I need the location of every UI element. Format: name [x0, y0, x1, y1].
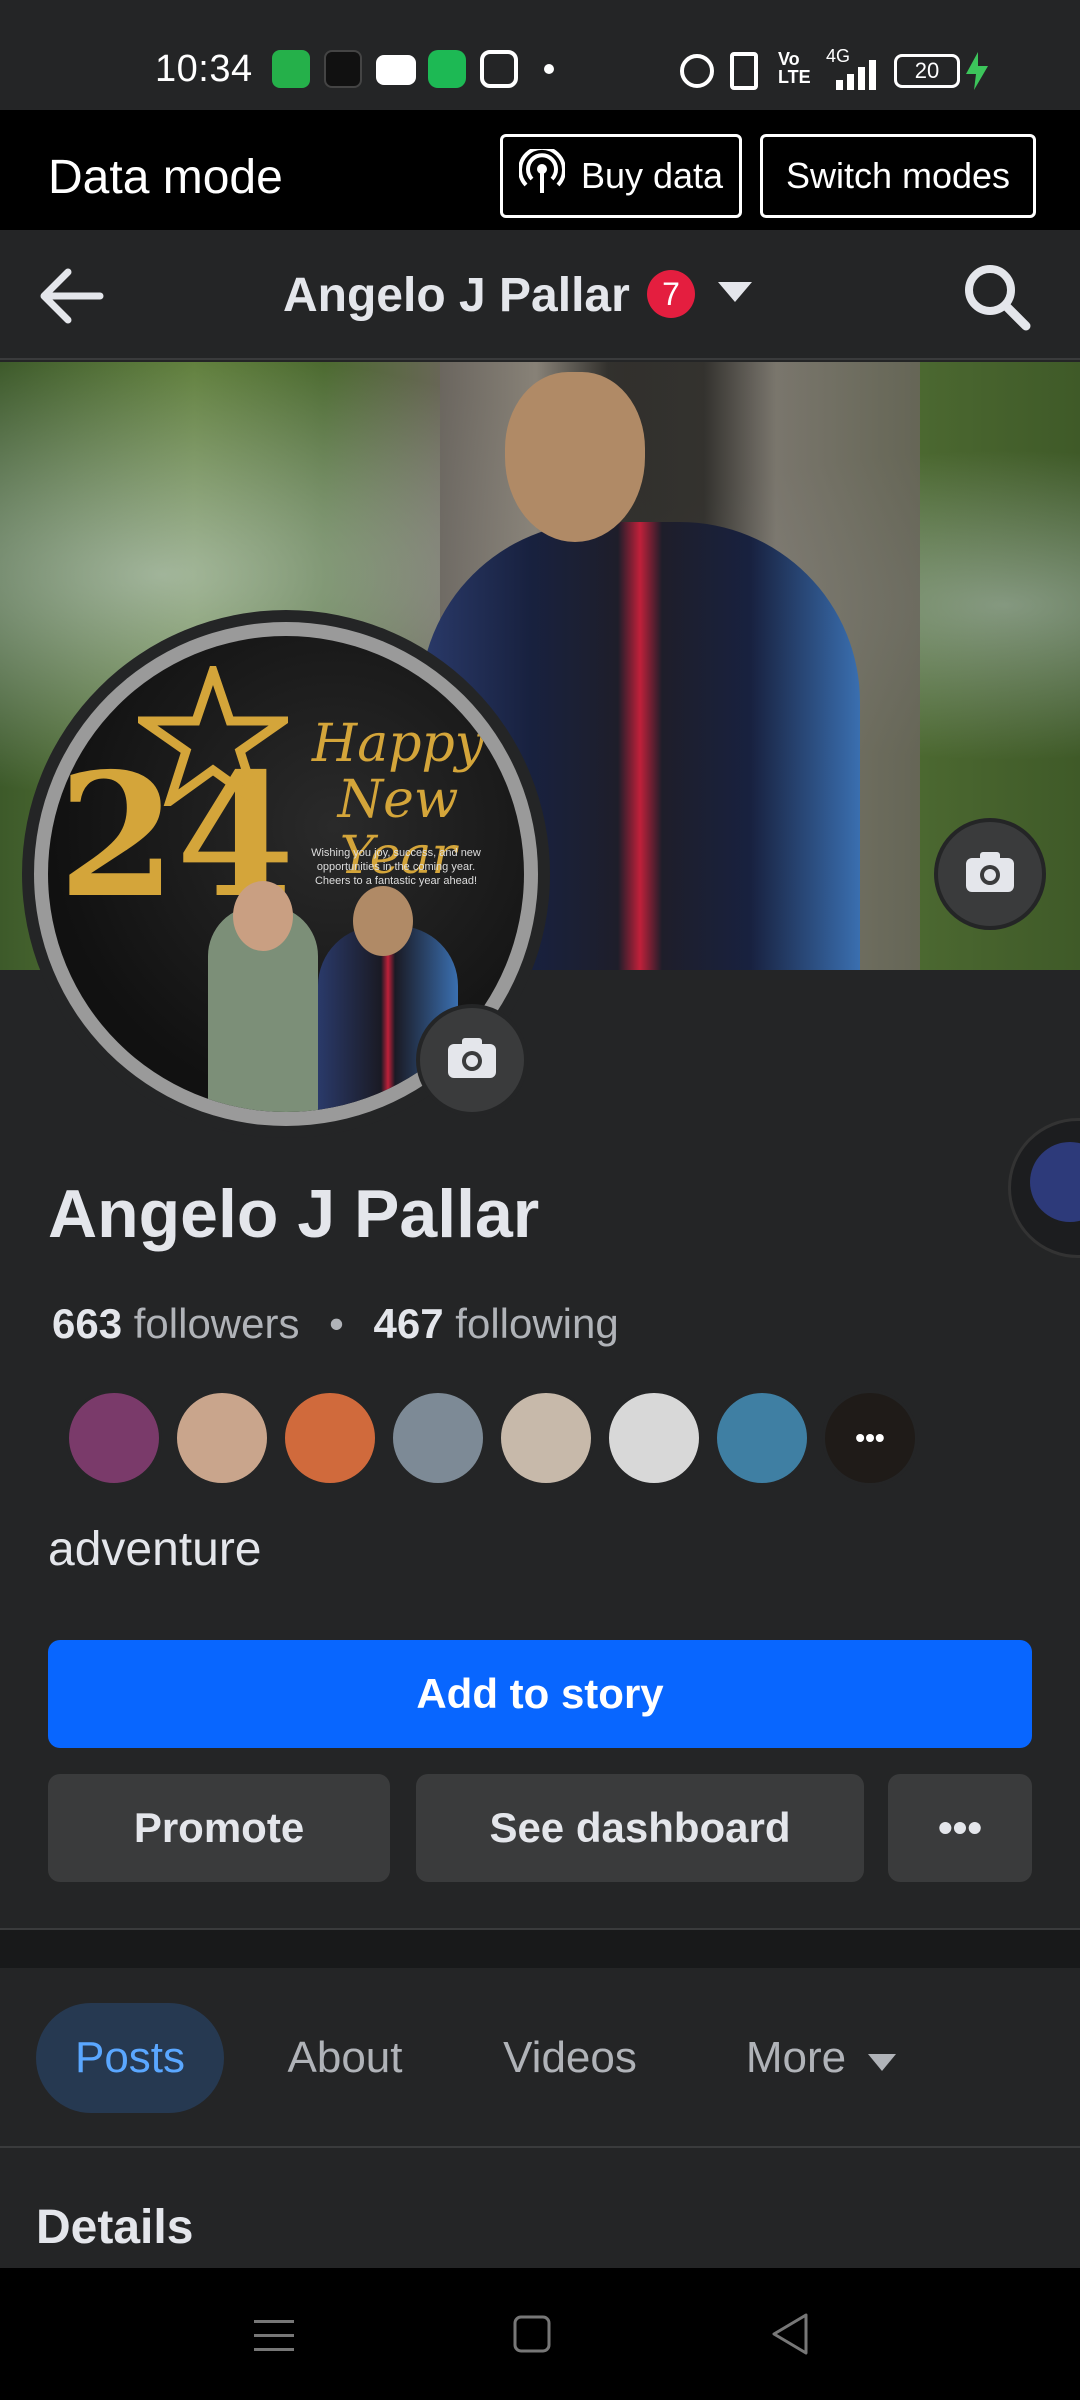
avatar-person-man-head: [353, 886, 413, 956]
alarm-icon: [680, 54, 714, 88]
avatar-greeting-line1: Happy: [311, 714, 485, 774]
buy-data-label: Buy data: [580, 155, 724, 196]
profile-header-bar: Angelo J Pallar 7: [0, 230, 1080, 360]
more-notifications-dot: [544, 64, 554, 74]
friends-more-label: •••: [855, 1422, 885, 1453]
star-ornament-icon: [128, 657, 298, 813]
camera-icon: [964, 850, 1016, 899]
more-options-label: •••: [937, 1804, 983, 1851]
menu-icon[interactable]: [254, 2316, 294, 2361]
youtube-icon: [376, 55, 416, 85]
home-icon[interactable]: [512, 2314, 552, 2359]
header-profile-name[interactable]: Angelo J Pallar: [283, 268, 630, 323]
friend-avatar[interactable]: [66, 1390, 162, 1486]
buy-data-button[interactable]: Buy data: [500, 134, 742, 218]
volte-icon: Vo LTE: [778, 49, 811, 87]
see-dashboard-label: See dashboard: [489, 1804, 791, 1851]
instagram-icon: [480, 50, 518, 88]
notification-badge: 7: [647, 270, 695, 318]
tab-videos[interactable]: Videos: [480, 2003, 660, 2113]
following-label[interactable]: following: [455, 1300, 618, 1347]
camera-icon: [446, 1036, 498, 1085]
edit-profile-picture-camera-button[interactable]: [416, 1004, 528, 1116]
profile-bio: adventure: [48, 1523, 262, 1576]
spotify-icon: [428, 50, 466, 88]
status-time: 10:34: [155, 48, 253, 90]
friend-avatar[interactable]: [714, 1390, 810, 1486]
add-to-story-button[interactable]: Add to story: [48, 1640, 1032, 1748]
vibrate-icon: [730, 52, 758, 90]
following-count[interactable]: 467: [374, 1300, 444, 1347]
charging-icon: [966, 52, 988, 95]
tab-posts-label: Posts: [74, 2033, 186, 2082]
followers-count[interactable]: 663: [52, 1300, 122, 1347]
friend-avatar[interactable]: [498, 1390, 594, 1486]
stats-separator: •: [329, 1300, 344, 1347]
switch-modes-label: Switch modes: [785, 155, 1011, 196]
followers-label[interactable]: followers: [134, 1300, 300, 1347]
back-arrow-icon[interactable]: [38, 266, 104, 331]
system-navigation-bar: [0, 2268, 1080, 2400]
tab-posts[interactable]: Posts: [36, 2003, 224, 2113]
tab-about[interactable]: About: [262, 2003, 428, 2113]
switch-modes-button[interactable]: Switch modes: [760, 134, 1036, 218]
avatar-person-woman-head: [233, 881, 293, 951]
edit-cover-camera-button[interactable]: [934, 818, 1046, 930]
search-icon[interactable]: [960, 260, 1032, 337]
avatar-message: Wishing you joy, success, and new opport…: [311, 847, 481, 887]
details-section-title: Details: [36, 2201, 194, 2254]
see-dashboard-button[interactable]: See dashboard: [416, 1774, 864, 1882]
data-mode-bar: Data mode Buy data Switch modes: [0, 110, 1080, 230]
friend-avatar[interactable]: [390, 1390, 486, 1486]
section-divider: [0, 1928, 1080, 1968]
tab-videos-label: Videos: [503, 2033, 637, 2082]
tab-more-label: More: [745, 2033, 847, 2082]
more-options-button[interactable]: •••: [888, 1774, 1032, 1882]
promote-button[interactable]: Promote: [48, 1774, 390, 1882]
profile-name: Angelo J Pallar: [48, 1176, 540, 1252]
data-mode-title: Data mode: [48, 151, 283, 204]
friend-avatar[interactable]: [282, 1390, 378, 1486]
chevron-down-icon: [868, 2033, 897, 2083]
friends-more-avatar[interactable]: •••: [822, 1390, 918, 1486]
tiktok-icon: [324, 50, 362, 88]
broadcast-icon: [517, 145, 566, 204]
add-to-story-label: Add to story: [416, 1670, 664, 1717]
battery-icon: 20: [894, 54, 960, 88]
app-notification-icon: [272, 50, 310, 88]
promote-label: Promote: [133, 1804, 305, 1851]
battery-level: 20: [914, 58, 940, 83]
friend-avatar[interactable]: [174, 1390, 270, 1486]
back-icon[interactable]: [770, 2312, 810, 2361]
cover-person-head: [505, 372, 645, 542]
chevron-down-icon[interactable]: [718, 282, 752, 309]
signal-icon: [836, 60, 880, 90]
friend-avatar[interactable]: [606, 1390, 702, 1486]
tab-about-label: About: [287, 2033, 403, 2082]
status-bar: 10:34 Vo LTE 4G 20: [0, 0, 1080, 110]
tab-more[interactable]: More: [716, 2003, 926, 2113]
follow-stats: 663 followers • 467 following: [52, 1300, 619, 1348]
